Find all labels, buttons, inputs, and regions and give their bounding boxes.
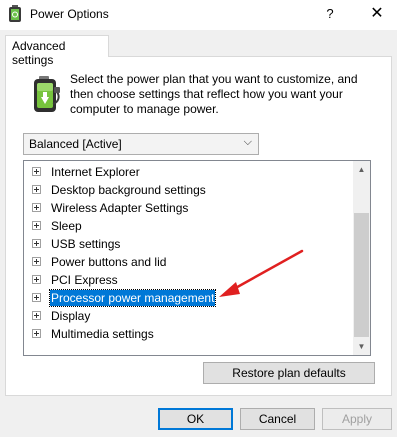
window-title: Power Options (30, 7, 109, 21)
scroll-up-icon[interactable]: ▲ (353, 161, 370, 178)
tree-item-label: Wireless Adapter Settings (51, 200, 189, 215)
cancel-button[interactable]: Cancel (240, 408, 315, 430)
expand-icon[interactable] (32, 167, 41, 176)
scroll-down-icon[interactable]: ▼ (353, 338, 370, 355)
apply-button[interactable]: Apply (322, 408, 392, 430)
tree-item-sleep[interactable]: Sleep (32, 217, 83, 234)
tree-item-label: Multimedia settings (51, 326, 154, 341)
chevron-down-icon: ⌵ (243, 136, 252, 148)
restore-plan-defaults-button[interactable]: Restore plan defaults (203, 362, 375, 384)
tree-item-multimedia[interactable]: Multimedia settings (32, 325, 155, 342)
expand-icon[interactable] (32, 185, 41, 194)
tree-item-wireless-adapter[interactable]: Wireless Adapter Settings (32, 199, 189, 216)
expand-icon[interactable] (32, 275, 41, 284)
plan-description: Select the power plan that you want to c… (70, 72, 358, 116)
title-bar: Power Options ? ✕ (0, 0, 397, 30)
power-plan-select[interactable]: Balanced [Active] ⌵ (23, 133, 259, 155)
expand-icon[interactable] (32, 311, 41, 320)
tree-item-label: Display (51, 308, 91, 323)
close-button[interactable]: ✕ (364, 2, 390, 26)
help-button[interactable]: ? (318, 2, 342, 26)
tree-item-display[interactable]: Display (32, 307, 91, 324)
tree-item-processor-power[interactable]: Processor power management (32, 288, 217, 307)
expand-icon[interactable] (32, 293, 41, 302)
expand-icon[interactable] (32, 221, 41, 230)
tree-item-pci-express[interactable]: PCI Express (32, 271, 119, 288)
tree-item-label: USB settings (51, 236, 121, 251)
scroll-thumb[interactable] (354, 213, 369, 337)
power-plan-value: Balanced [Active] (29, 137, 122, 151)
battery-plug-icon (34, 76, 60, 112)
tree-item-label: Power buttons and lid (51, 254, 167, 269)
tree-item-usb-settings[interactable]: USB settings (32, 235, 121, 252)
tree-item-label-selected: Processor power management (48, 288, 217, 307)
expand-icon[interactable] (32, 329, 41, 338)
tree-item-label: Desktop background settings (51, 182, 206, 197)
settings-tree[interactable]: Internet Explorer Desktop background set… (23, 160, 371, 356)
tree-item-power-buttons[interactable]: Power buttons and lid (32, 253, 167, 270)
tab-advanced-settings[interactable]: Advanced settings (5, 35, 109, 67)
expand-icon[interactable] (32, 203, 41, 212)
expand-icon[interactable] (32, 239, 41, 248)
tree-item-label: Sleep (51, 218, 82, 233)
tree-item-label: PCI Express (51, 272, 118, 287)
tree-item-label: Internet Explorer (51, 164, 140, 179)
expand-icon[interactable] (32, 257, 41, 266)
power-options-icon (9, 5, 21, 22)
tree-item-desktop-background[interactable]: Desktop background settings (32, 181, 207, 198)
tree-item-internet-explorer[interactable]: Internet Explorer (32, 163, 141, 180)
tree-scrollbar[interactable]: ▲ ▼ (353, 161, 370, 355)
ok-button[interactable]: OK (158, 408, 233, 430)
